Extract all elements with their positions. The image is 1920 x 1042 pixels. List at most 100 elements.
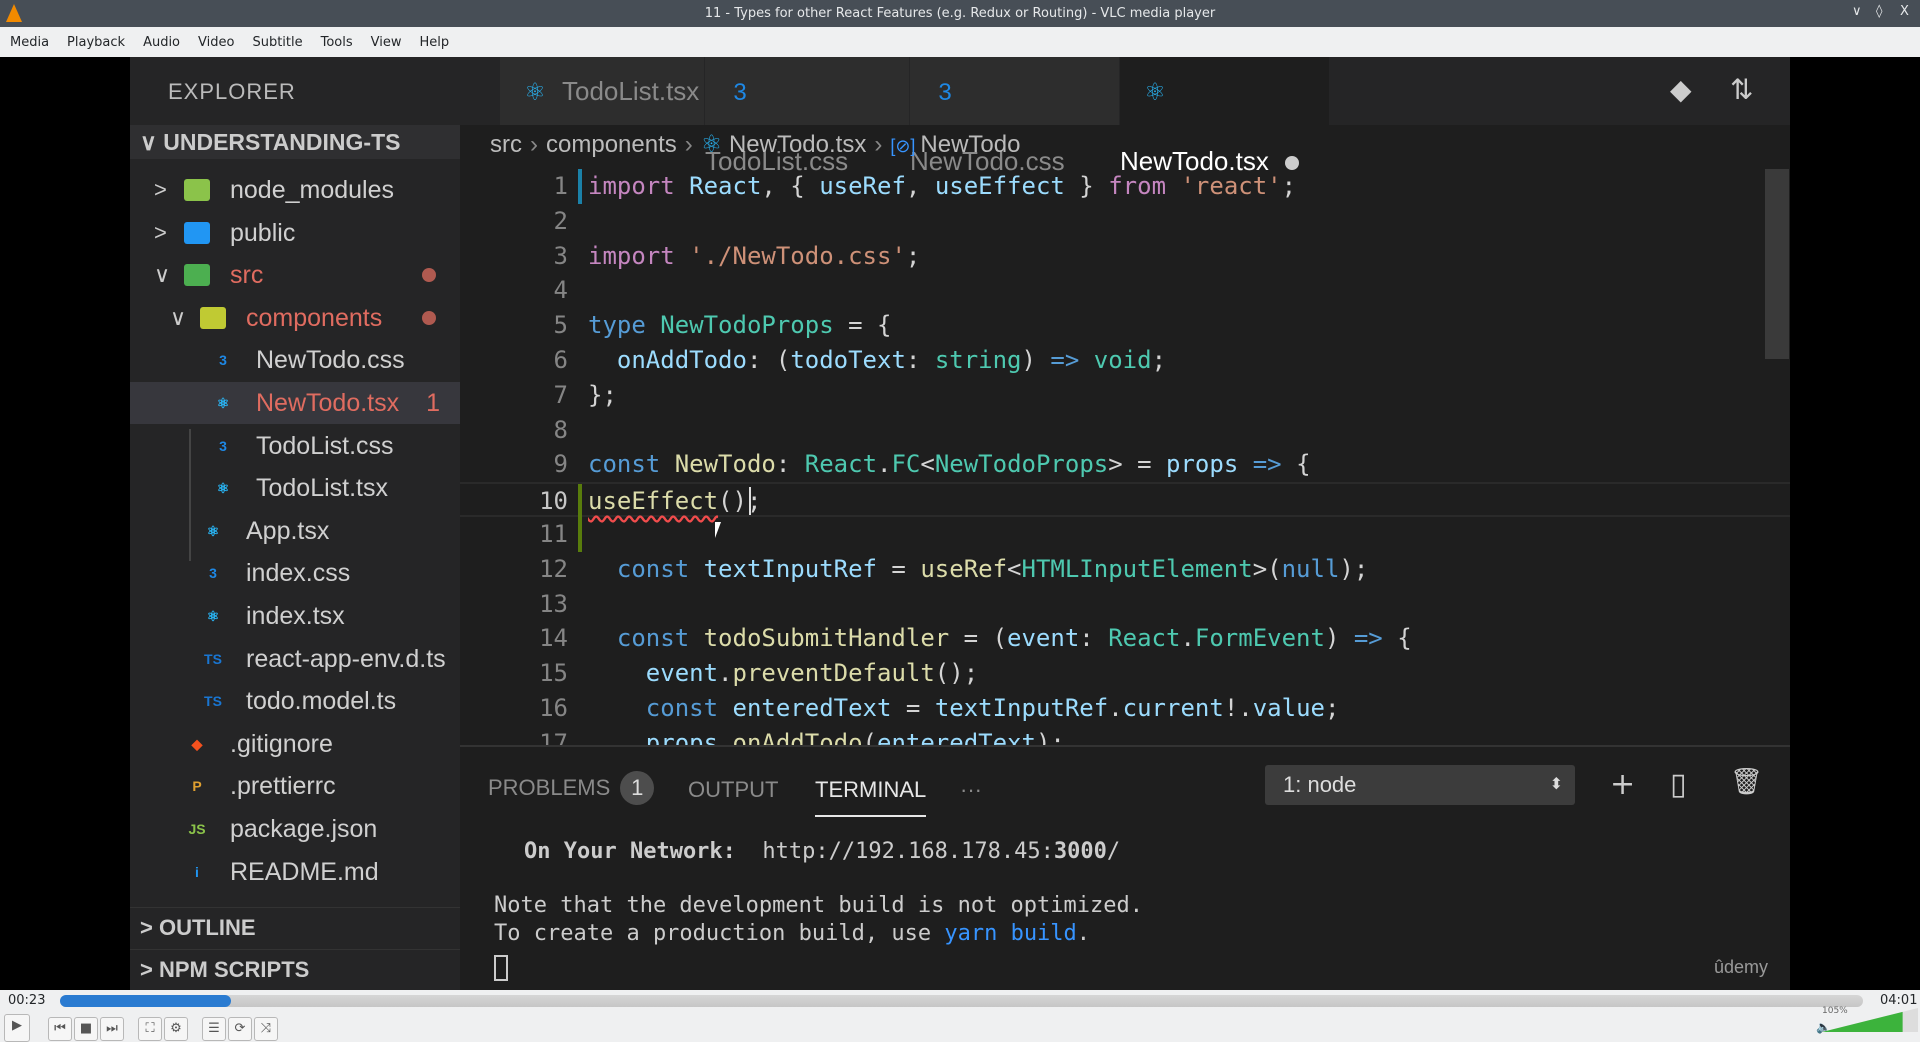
- tree-item[interactable]: > public: [130, 212, 460, 254]
- chevron-right-icon: >: [140, 957, 159, 982]
- code-token: ();: [934, 659, 979, 688]
- network-url-end: /: [1106, 839, 1121, 864]
- code-editor[interactable]: 1 import React, { useRef, useEffect } fro…: [460, 167, 1790, 745]
- tree-item-label: README.md: [230, 857, 379, 886]
- tree-item[interactable]: > node_modules: [130, 169, 460, 211]
- breadcrumb-components: components: [546, 131, 677, 158]
- loop-button[interactable]: ⟳: [228, 1017, 252, 1041]
- code-token: enteredText: [732, 694, 892, 722]
- breadcrumb-src: src: [490, 131, 522, 158]
- code-token: NewTodo: [674, 450, 776, 479]
- code-text: };: [588, 378, 617, 413]
- gutter-modified-marker: [578, 169, 582, 204]
- npm-scripts-label: NPM SCRIPTS: [158, 957, 310, 982]
- close-button[interactable]: X: [1900, 4, 1909, 19]
- tree-item[interactable]: ∨ src: [130, 254, 460, 296]
- mouse-pointer-icon: [715, 522, 721, 538]
- project-folder: ∨ UNDERSTANDING-TS: [130, 125, 460, 159]
- tree-item[interactable]: ⚛ NewTodo.tsx 1: [130, 382, 460, 424]
- menu-playback[interactable]: Playback: [61, 35, 137, 50]
- tab-newtodo-css[interactable]: 3NewTodo.css: [910, 57, 1120, 176]
- code-token: .: [718, 659, 733, 688]
- code-line: 16 const enteredText = textInputRef.curr…: [460, 691, 1790, 726]
- menu-view[interactable]: View: [365, 35, 414, 50]
- tree-item[interactable]: ⚛ TodoList.tsx: [130, 467, 460, 509]
- tree-item[interactable]: ⚛ index.tsx: [130, 595, 460, 637]
- terminal-select[interactable]: 1: node ⬍: [1265, 765, 1575, 805]
- extended-settings-button[interactable]: ⚙: [164, 1017, 188, 1041]
- chevron-right-icon: >: [140, 915, 159, 940]
- info-icon: i: [195, 863, 199, 880]
- code-token: 'react': [1180, 172, 1282, 200]
- tree-item[interactable]: TS todo.model.ts: [130, 680, 460, 722]
- trash-icon[interactable]: 🗑: [1730, 767, 1763, 797]
- tree-item[interactable]: 3 NewTodo.css: [130, 339, 460, 381]
- seek-progress: [60, 995, 232, 1007]
- bottom-panel: PROBLEMS 1 OUTPUT TERMINAL ··· 1: node ⬍ +…: [460, 745, 1790, 990]
- menu-subtitle[interactable]: Subtitle: [246, 35, 314, 50]
- tree-item[interactable]: ∨ components: [130, 297, 460, 339]
- code-line: 10 useEffect();: [460, 482, 1790, 520]
- tab-output[interactable]: OUTPUT: [688, 777, 778, 803]
- symbol-variable-icon: [⊘]: [890, 136, 921, 156]
- line-number: 10: [539, 487, 568, 516]
- split-terminal-icon[interactable]: ▯: [1670, 767, 1687, 802]
- code-token: textInputRef: [703, 554, 877, 583]
- stop-button[interactable]: ■: [74, 1017, 98, 1041]
- maximize-button[interactable]: ◊: [1876, 4, 1882, 19]
- tab-todolist-css[interactable]: 3TodoList.css: [705, 57, 910, 176]
- menu-media[interactable]: Media: [4, 35, 61, 50]
- seek-slider[interactable]: [60, 995, 1863, 1007]
- tree-item[interactable]: P .prettierrc: [130, 765, 460, 807]
- code-token: :: [1079, 624, 1109, 653]
- line-number: 17: [539, 728, 568, 745]
- playlist-button[interactable]: ☰: [202, 1017, 226, 1041]
- fullscreen-button[interactable]: ⛶: [138, 1017, 162, 1041]
- menu-video[interactable]: Video: [192, 35, 246, 50]
- more-panels-icon[interactable]: ···: [960, 777, 982, 803]
- tree-item[interactable]: i README.md: [130, 851, 460, 893]
- chevron-down-icon: ∨: [154, 262, 171, 288]
- next-button[interactable]: ⏭: [100, 1017, 124, 1041]
- terminal-line-note2: To create a production build, use yarn b…: [494, 921, 1090, 946]
- code-token: todoText: [790, 346, 906, 374]
- tree-item-label: NewTodo.css: [256, 346, 405, 375]
- code-token: todoSubmitHandler: [703, 624, 950, 653]
- previous-button[interactable]: ⏮: [48, 1017, 72, 1041]
- tree-item[interactable]: 3 TodoList.css: [130, 425, 460, 467]
- network-port: 3000: [1053, 839, 1107, 864]
- code-token: const: [588, 554, 704, 583]
- code-token: const: [588, 624, 704, 653]
- tab-problems[interactable]: PROBLEMS 1: [488, 771, 655, 805]
- tree-item[interactable]: ◆ .gitignore: [130, 723, 460, 765]
- minimize-button[interactable]: ∨: [1852, 4, 1862, 19]
- code-line: 4: [460, 273, 1790, 308]
- tree-item-label: .gitignore: [230, 729, 333, 758]
- tree-item[interactable]: ⚛ App.tsx: [130, 510, 460, 552]
- tab-terminal[interactable]: TERMINAL: [815, 777, 927, 817]
- shuffle-button[interactable]: ⤨: [254, 1017, 278, 1041]
- tab-todolist-tsx[interactable]: ⚛ TodoList.tsx: [500, 57, 705, 125]
- menu-audio[interactable]: Audio: [137, 35, 192, 50]
- play-button[interactable]: ▶: [4, 1014, 30, 1042]
- code-token: HTMLInputElement: [1021, 554, 1253, 583]
- code-token: }: [1064, 172, 1109, 200]
- menu-help[interactable]: Help: [414, 35, 462, 50]
- line-number: 7: [553, 380, 568, 409]
- gutter-added-marker: [578, 517, 582, 552]
- tree-item[interactable]: TS react-app-env.d.ts: [130, 638, 460, 680]
- menu-tools[interactable]: Tools: [315, 35, 365, 50]
- tab-newtodo-tsx[interactable]: ⚛NewTodo.tsx: [1120, 57, 1330, 176]
- code-token: );: [1339, 554, 1369, 583]
- tree-item[interactable]: JS package.json: [130, 808, 460, 850]
- new-terminal-icon[interactable]: +: [1610, 767, 1635, 802]
- code-line: 8: [460, 413, 1790, 448]
- code-text: props.onAddTodo(enteredText);: [588, 726, 1065, 745]
- tree-item-label: public: [230, 218, 296, 247]
- code-token: .: [877, 450, 892, 479]
- code-token: FC: [891, 450, 921, 479]
- editor-scrollbar[interactable]: [1765, 169, 1789, 359]
- code-token: =: [876, 554, 921, 583]
- tree-item[interactable]: 3 index.css: [130, 552, 460, 594]
- volume-label: 105%: [1822, 1006, 1848, 1016]
